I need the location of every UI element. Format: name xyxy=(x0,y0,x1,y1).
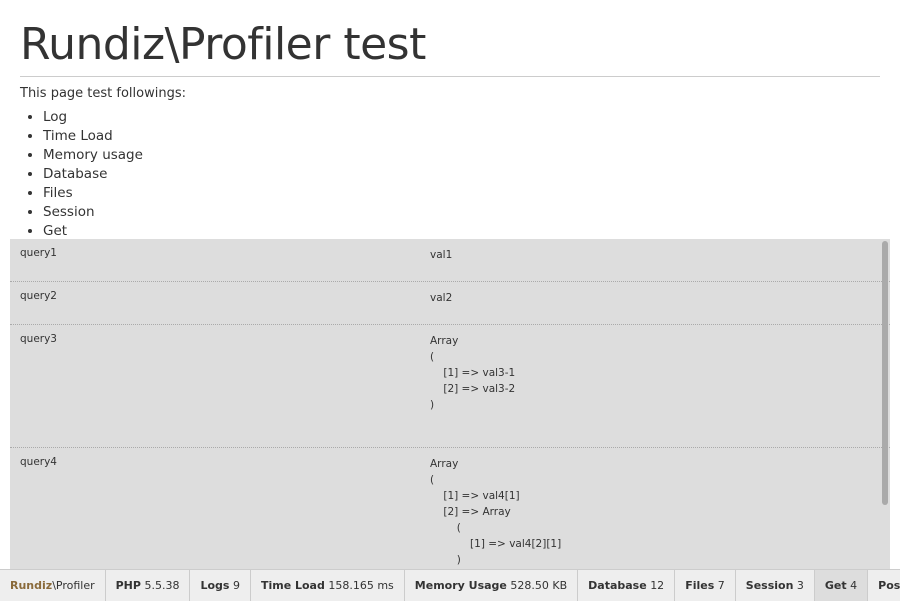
tab-label: Get xyxy=(824,579,847,592)
tab-label: Time Load xyxy=(260,579,325,592)
row-key: query3 xyxy=(20,333,57,345)
tab-label: Files xyxy=(685,579,715,592)
row-value: val1 xyxy=(430,249,453,261)
list-item: Log xyxy=(43,108,143,127)
tab-get[interactable]: Get 4 xyxy=(814,570,869,601)
tab-value: 158.165 ms xyxy=(328,579,394,592)
tab-value: 4 xyxy=(850,579,858,592)
tab-time-load[interactable]: Time Load 158.165 ms xyxy=(251,570,405,601)
tab-value: 3 xyxy=(796,579,804,592)
feature-list: Log Time Load Memory usage Database File… xyxy=(20,108,143,241)
row-value: Array ( [1] => val4[1] [2] => Array ( [1… xyxy=(430,458,562,566)
brand-bold: Rundiz xyxy=(10,579,53,592)
tab-label: Post xyxy=(878,579,900,592)
brand-logo[interactable]: Rundiz\Profiler xyxy=(0,570,106,601)
row-value: val2 xyxy=(430,292,453,304)
scrollbar[interactable] xyxy=(882,241,888,505)
row-key: query2 xyxy=(20,290,57,302)
list-item: Memory usage xyxy=(43,146,143,165)
list-item: Session xyxy=(43,203,143,222)
table-row: query2 val2 xyxy=(10,282,890,325)
tab-value: 528.50 KB xyxy=(510,579,568,592)
tab-database[interactable]: Database 12 xyxy=(578,570,676,601)
table-row: query1 val1 xyxy=(10,239,890,282)
tab-files[interactable]: Files 7 xyxy=(675,570,736,601)
tab-value: 7 xyxy=(717,579,725,592)
row-value: Array ( [1] => val3-1 [2] => val3-2 ) xyxy=(430,335,516,411)
tab-php[interactable]: PHP 5.5.38 xyxy=(106,570,191,601)
tab-post[interactable]: Post 6 xyxy=(868,570,900,601)
list-item: Files xyxy=(43,184,143,203)
tab-label: Logs xyxy=(200,579,230,592)
tab-logs[interactable]: Logs 9 xyxy=(190,570,251,601)
table-row: query3 Array ( [1] => val3-1 [2] => val3… xyxy=(10,325,890,448)
tab-label: Database xyxy=(588,579,647,592)
list-item: Database xyxy=(43,165,143,184)
tab-label: PHP xyxy=(115,579,141,592)
profiler-toolbar: Rundiz\Profiler PHP 5.5.38 Logs 9 Time Loa… xyxy=(0,569,900,601)
list-item: Time Load xyxy=(43,127,143,146)
tab-value: 12 xyxy=(650,579,665,592)
tab-value: 5.5.38 xyxy=(144,579,180,592)
page-title: Rundiz\Profiler test xyxy=(20,20,880,77)
tab-label: Memory Usage xyxy=(414,579,507,592)
tab-memory-usage[interactable]: Memory Usage 528.50 KB xyxy=(405,570,579,601)
intro-text: This page test followings: xyxy=(20,86,186,101)
tab-value: 9 xyxy=(232,579,240,592)
table-row: query4 Array ( [1] => val4[1] [2] => Arr… xyxy=(10,448,890,569)
brand-rest: \Profiler xyxy=(52,579,95,592)
row-key: query4 xyxy=(20,456,57,468)
get-panel: query1 val1 query2 val2 query3 Array ( [… xyxy=(10,239,890,569)
tab-session[interactable]: Session 3 xyxy=(736,570,815,601)
row-key: query1 xyxy=(20,247,57,259)
tab-label: Session xyxy=(745,579,794,592)
